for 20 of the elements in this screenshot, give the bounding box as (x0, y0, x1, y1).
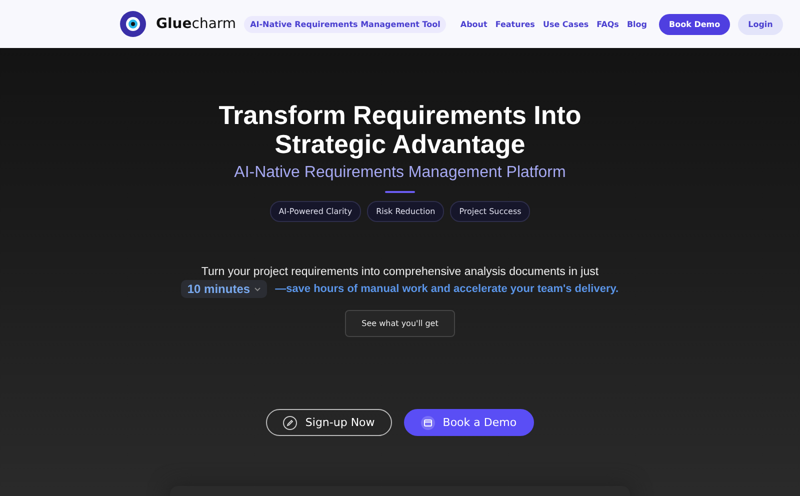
hero-title: Transform Requirements Into Strategic Advantage (218, 101, 582, 159)
tagline-badge: AI-Native Requirements Management Tool (244, 16, 446, 32)
sign-up-button[interactable]: Sign-up Now (266, 409, 392, 436)
hero-subtitle: AI-Native Requirements Management Platform (234, 164, 566, 182)
duration-dropdown[interactable]: 10 minutes (181, 280, 268, 298)
nav-link[interactable]: FAQs (596, 20, 619, 28)
nav-link[interactable]: Blog (626, 20, 648, 28)
intro-text: Turn your project requirements into comprehensive analysis documents in just (201, 266, 599, 278)
nav-link[interactable]: Use Cases (542, 20, 589, 28)
feature-tag: Risk Reduction (367, 201, 444, 222)
book-demo-button[interactable]: Book Demo (659, 14, 730, 34)
feature-tag: Project Success (450, 201, 530, 222)
feature-tag: AI-Powered Clarity (270, 201, 362, 222)
preview-button[interactable]: See what you'll get (344, 310, 456, 337)
book-a-demo-button[interactable]: Book a Demo (404, 409, 534, 436)
brand-name: Gluecharm (156, 16, 236, 32)
benefit-text: —save hours of manual work and accelerate your team's delivery. (275, 283, 619, 295)
nav-link[interactable]: Features (495, 20, 535, 28)
login-button[interactable]: Login (738, 14, 783, 34)
nav-link[interactable]: About (460, 20, 488, 28)
